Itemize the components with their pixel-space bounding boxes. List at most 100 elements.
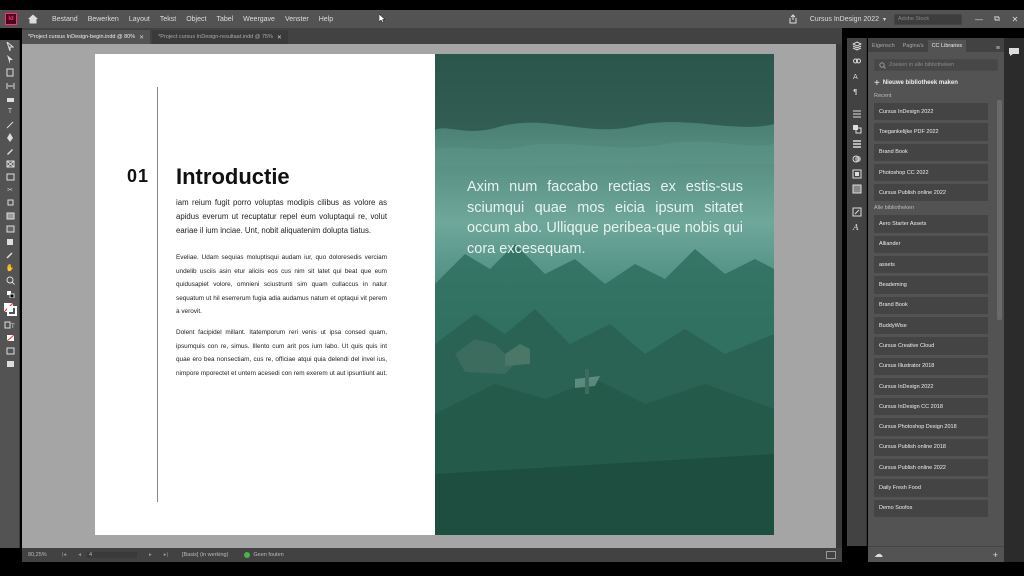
- fill-stroke-swatch-icon[interactable]: [0, 300, 20, 318]
- menu-venster[interactable]: Venster: [280, 16, 314, 23]
- body-paragraph-1[interactable]: iam reium fugit porro voluptas modipis c…: [176, 196, 387, 237]
- new-library-button[interactable]: + Nieuwe bibliotheek maken: [874, 77, 998, 89]
- eyedropper-tool-icon[interactable]: [0, 248, 20, 261]
- line-tool-icon[interactable]: [0, 118, 20, 131]
- layout-toggle-icon[interactable]: [826, 551, 836, 559]
- selection-tool-icon[interactable]: [0, 40, 20, 53]
- menu-bestand[interactable]: Bestand: [47, 16, 83, 23]
- menu-object[interactable]: Object: [181, 16, 211, 23]
- chapter-number[interactable]: 01: [127, 166, 149, 187]
- close-icon[interactable]: ✕: [277, 34, 282, 41]
- library-item[interactable]: Cursus InDesign CC 2018: [874, 398, 988, 416]
- library-item[interactable]: BuddyWise: [874, 316, 988, 335]
- adobe-stock-search[interactable]: Adobe Stock: [894, 13, 962, 25]
- scissors-tool-icon[interactable]: ✂: [0, 183, 20, 196]
- library-item[interactable]: Cursus Publish online 2018: [874, 438, 988, 457]
- free-transform-tool-icon[interactable]: [0, 196, 20, 209]
- menu-weergave[interactable]: Weergave: [238, 16, 280, 23]
- library-item[interactable]: Aero Starter Assets: [874, 215, 988, 233]
- last-page-icon[interactable]: ▸|: [164, 552, 168, 558]
- share-icon[interactable]: [788, 14, 798, 24]
- library-search-input[interactable]: Zoeken in alle bibliotheken: [874, 59, 998, 71]
- page-number-field[interactable]: 4: [86, 552, 137, 558]
- screen-mode-icon[interactable]: [0, 344, 20, 357]
- library-item[interactable]: Brand Book: [874, 296, 988, 314]
- first-page-icon[interactable]: |◂: [62, 552, 66, 558]
- tab-project-resultaat[interactable]: *Project cursus InDesign-resultaat.indd …: [152, 30, 288, 44]
- library-item[interactable]: Cursus Illustrator 2018: [874, 357, 988, 375]
- rectangle-tool-icon[interactable]: [0, 170, 20, 183]
- effects-icon[interactable]: [847, 151, 867, 166]
- library-item[interactable]: Brand Book: [874, 143, 988, 161]
- type-tool-icon[interactable]: T: [0, 105, 20, 118]
- panel-menu-icon[interactable]: ≡: [996, 45, 1000, 52]
- pen-tool-icon[interactable]: [0, 131, 20, 144]
- master-page-field[interactable]: [Basis] (in werking): [182, 552, 228, 558]
- tab-paginas[interactable]: Pagina's: [899, 40, 928, 52]
- apply-none-icon[interactable]: [0, 331, 20, 344]
- character-styles-icon[interactable]: A: [847, 68, 867, 83]
- library-item[interactable]: Beademing: [874, 276, 988, 294]
- library-item[interactable]: Cursus Creative Cloud: [874, 337, 988, 355]
- zoom-field[interactable]: 80,25%: [22, 552, 56, 558]
- next-page-icon[interactable]: ▸: [149, 552, 152, 558]
- page-right-photo[interactable]: [435, 54, 774, 535]
- menu-bewerken[interactable]: Bewerken: [83, 16, 124, 23]
- restore-button[interactable]: ⧉: [988, 14, 1006, 24]
- canvas-vertical-scrollbar[interactable]: [836, 44, 842, 548]
- menu-help[interactable]: Help: [314, 16, 338, 23]
- library-item[interactable]: Cursus InDesign 2022: [874, 103, 988, 121]
- gradient-icon[interactable]: [847, 181, 867, 196]
- panel-scrollbar[interactable]: [997, 100, 1002, 320]
- page-tool-icon[interactable]: [0, 66, 20, 79]
- previous-page-icon[interactable]: ◂: [78, 552, 81, 558]
- cloud-icon[interactable]: ☁: [874, 549, 883, 560]
- preflight-label[interactable]: Geen fouten: [253, 552, 283, 558]
- chat-icon[interactable]: [1008, 44, 1020, 62]
- text-wrap-icon[interactable]: [847, 166, 867, 181]
- body-paragraph-3[interactable]: Dolent facipidel millant. Itatemporum re…: [176, 326, 387, 380]
- formatting-affects-icon[interactable]: T: [0, 318, 20, 331]
- chevron-down-icon[interactable]: ▾: [883, 16, 886, 23]
- tab-eigenschappen[interactable]: Eigensch: [868, 40, 899, 52]
- zoom-tool-icon[interactable]: [0, 274, 20, 287]
- home-icon[interactable]: [27, 13, 39, 25]
- links-icon[interactable]: [847, 53, 867, 68]
- default-colors-icon[interactable]: [0, 287, 20, 300]
- library-item[interactable]: assets: [874, 256, 988, 274]
- workspace-switcher[interactable]: Cursus InDesign 2022: [810, 16, 879, 23]
- gradient-tool-icon[interactable]: [0, 209, 20, 222]
- library-item[interactable]: Daily Fresh Food: [874, 479, 988, 497]
- note-tool-icon[interactable]: [0, 235, 20, 248]
- add-content-icon[interactable]: +: [993, 550, 998, 560]
- align-icon[interactable]: [847, 136, 867, 151]
- minimize-button[interactable]: —: [970, 15, 988, 24]
- gap-tool-icon[interactable]: [0, 79, 20, 92]
- tab-project-begin[interactable]: *Project cursus InDesign-begin.indd @ 80…: [22, 30, 151, 44]
- glyphs-icon[interactable]: A: [847, 219, 867, 234]
- close-icon[interactable]: ✕: [139, 34, 144, 41]
- library-item[interactable]: Photoshop CC 2022: [874, 163, 988, 182]
- library-item[interactable]: Cursus Photoshop Design 2018: [874, 418, 988, 436]
- library-item[interactable]: Cursus InDesign 2022: [874, 377, 988, 396]
- cc-libraries-icon[interactable]: [847, 204, 867, 219]
- chapter-title[interactable]: Introductie: [176, 164, 290, 190]
- rectangle-frame-tool-icon[interactable]: [0, 157, 20, 170]
- paragraph-styles-icon[interactable]: ¶: [847, 83, 867, 98]
- close-window-button[interactable]: ✕: [1006, 15, 1024, 24]
- tab-cc-libraries[interactable]: CC Libraries: [927, 40, 967, 52]
- body-paragraph-2[interactable]: Eveliae. Udam sequias moluptisqui audam …: [176, 251, 387, 319]
- pencil-tool-icon[interactable]: [0, 144, 20, 157]
- library-item[interactable]: Cursus Publish online 2022: [874, 184, 988, 202]
- stroke-icon[interactable]: [847, 106, 867, 121]
- hand-tool-icon[interactable]: ✋: [0, 261, 20, 274]
- preview-mode-icon[interactable]: [0, 357, 20, 370]
- library-item[interactable]: Alliander: [874, 235, 988, 254]
- menu-layout[interactable]: Layout: [124, 16, 155, 23]
- direct-selection-tool-icon[interactable]: [0, 53, 20, 66]
- menu-tekst[interactable]: Tekst: [155, 16, 181, 23]
- pull-quote[interactable]: Axim num faccabo rectias ex estis-sus sc…: [467, 177, 743, 259]
- library-item[interactable]: Demo Soofos: [874, 499, 988, 517]
- swatches-icon[interactable]: [847, 121, 867, 136]
- content-collector-icon[interactable]: [0, 92, 20, 105]
